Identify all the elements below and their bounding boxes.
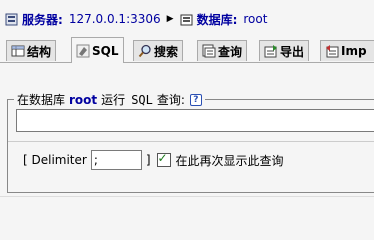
tab-export-label: 导出 <box>280 44 305 59</box>
tab-query-label: 查询 <box>218 44 243 59</box>
tab-search[interactable]: 搜索 <box>133 40 184 61</box>
sql-icon <box>76 44 90 57</box>
delimiter-row: [ Delimiter ] 在此再次显示此查询 <box>23 149 284 171</box>
search-icon <box>138 44 151 58</box>
options-divider <box>8 141 374 142</box>
sql-query-textarea[interactable] <box>16 109 374 132</box>
legend-database-name: root <box>69 92 98 107</box>
database-link[interactable]: root <box>243 12 267 26</box>
legend-suffix: 查询: <box>156 93 185 107</box>
show-query-again-label[interactable]: 在此再次显示此查询 <box>176 152 284 169</box>
server-link[interactable]: 127.0.0.1:3306 <box>69 12 161 26</box>
export-icon <box>264 45 277 58</box>
database-icon <box>180 14 193 25</box>
table-structure-icon <box>11 45 25 57</box>
legend-sql: SQL <box>131 92 153 107</box>
import-icon <box>326 45 339 58</box>
tab-query[interactable]: 查询 <box>197 40 248 61</box>
tab-export[interactable]: 导出 <box>259 40 310 61</box>
tab-sql-label: SQL <box>92 43 119 58</box>
breadcrumb: 服务器: 127.0.0.1:3306 ▶ 数据库: root <box>5 11 267 27</box>
server-label: 服务器: <box>22 12 63 27</box>
tab-structure[interactable]: 结构 <box>6 40 57 61</box>
legend-prefix: 在数据库 <box>17 93 66 107</box>
tab-import[interactable]: Imp <box>320 40 374 61</box>
tab-search-label: 搜索 <box>154 44 179 59</box>
tab-import-label: Imp <box>341 44 367 58</box>
query-icon <box>202 44 216 58</box>
bottom-divider <box>0 196 374 197</box>
database-label: 数据库: <box>196 12 238 27</box>
help-icon[interactable]: ? <box>189 93 202 106</box>
sql-query-legend: 在数据库 root 运行 SQL 查询: ? <box>14 91 205 108</box>
server-icon <box>5 13 18 25</box>
show-query-again-checkbox[interactable] <box>156 151 171 167</box>
legend-run: 运行 <box>101 93 126 107</box>
tab-bar-line <box>0 62 374 63</box>
delimiter-label: [ Delimiter <box>23 153 87 167</box>
delimiter-input[interactable] <box>90 150 142 170</box>
tab-structure-label: 结构 <box>27 44 52 59</box>
breadcrumb-separator-icon: ▶ <box>166 14 174 24</box>
tab-sql[interactable]: SQL <box>71 37 124 63</box>
delimiter-close-bracket: ] <box>145 153 151 167</box>
